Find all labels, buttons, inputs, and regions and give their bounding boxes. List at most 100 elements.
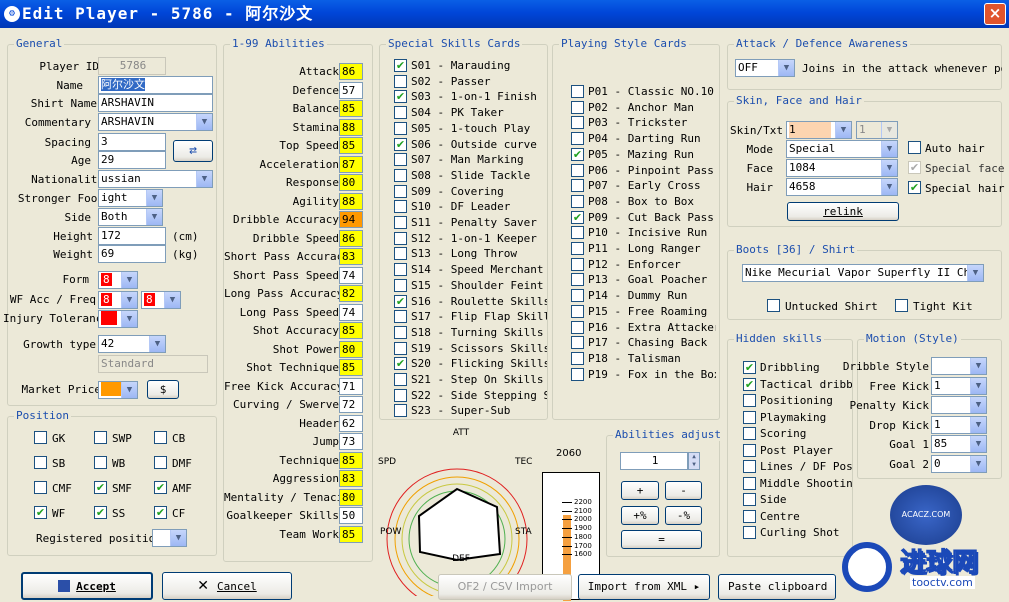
skin-select[interactable]: 1 ▼ <box>786 121 852 139</box>
hidden-skill-checkbox[interactable] <box>743 427 756 440</box>
playing-style-checkbox[interactable] <box>571 194 584 208</box>
market-price-button[interactable]: $ <box>147 380 179 399</box>
special-skill-checkbox[interactable] <box>394 373 407 386</box>
cancel-button[interactable]: ✕ Cancel <box>162 572 292 600</box>
ability-value[interactable]: 85 <box>339 451 363 469</box>
hair-select[interactable]: 4658 ▼ <box>786 178 898 196</box>
special-skill-checkbox[interactable] <box>394 231 407 245</box>
special-skill-checkbox[interactable] <box>394 121 407 135</box>
registered-position-select[interactable]: ▼ <box>152 529 187 547</box>
ability-value[interactable]: 72 <box>339 396 363 413</box>
playing-style-checkbox[interactable] <box>571 179 584 193</box>
untucked-shirt-checkbox[interactable] <box>767 299 780 312</box>
adjust-spinner[interactable]: ▲ ▼ <box>688 452 700 470</box>
motion-select[interactable]: ▼ <box>931 357 987 375</box>
ability-value[interactable]: 86 <box>339 229 363 247</box>
special-skill-checkbox[interactable] <box>394 200 407 214</box>
position-checkbox-ss[interactable]: ✔ <box>94 506 107 519</box>
ability-value[interactable]: 74 <box>339 266 363 284</box>
name-field[interactable]: 阿尔沙文 <box>98 76 213 94</box>
position-checkbox-sb[interactable] <box>34 456 47 469</box>
position-checkbox-wb[interactable] <box>94 456 107 469</box>
ability-value[interactable]: 86 <box>339 63 363 80</box>
position-checkbox-wf[interactable]: ✔ <box>34 506 47 519</box>
ability-value[interactable]: 71 <box>339 377 363 395</box>
hidden-skill-checkbox[interactable] <box>743 410 756 424</box>
ability-value[interactable]: 83 <box>339 470 363 487</box>
ability-value[interactable]: 94 <box>339 211 363 228</box>
special-skill-checkbox[interactable] <box>394 278 407 292</box>
special-skill-checkbox[interactable] <box>394 404 407 418</box>
playing-style-checkbox[interactable] <box>571 289 584 303</box>
side-select[interactable]: Both ▼ <box>98 208 163 226</box>
playing-style-checkbox[interactable] <box>571 320 584 334</box>
ability-value[interactable]: 80 <box>339 340 363 358</box>
special-skill-checkbox[interactable] <box>394 74 407 88</box>
special-skill-checkbox[interactable] <box>394 388 407 402</box>
relink-button[interactable]: relink <box>787 202 899 221</box>
special-skill-checkbox[interactable] <box>394 216 407 229</box>
playing-style-checkbox[interactable] <box>571 132 584 146</box>
special-skill-checkbox[interactable] <box>394 247 407 261</box>
nationality-select[interactable]: ussian ▼ <box>98 170 213 188</box>
import-xml-button[interactable]: Import from XML ▸ <box>578 574 710 600</box>
playing-style-checkbox[interactable] <box>571 304 584 318</box>
weight-field[interactable]: 69 <box>98 245 166 263</box>
position-checkbox-dmf[interactable] <box>154 456 167 469</box>
playing-style-checkbox[interactable] <box>571 351 584 365</box>
mode-select[interactable]: Special ▼ <box>786 140 898 158</box>
position-checkbox-cb[interactable] <box>154 431 167 444</box>
age-field[interactable]: 29 <box>98 151 166 169</box>
wf-acc-select[interactable]: 8 ▼ <box>98 291 138 309</box>
special-skill-checkbox[interactable]: ✔ <box>394 137 407 151</box>
adjust-value-field[interactable]: 1 <box>620 452 688 470</box>
injury-select[interactable]: ▼ <box>98 310 138 328</box>
adjust-minus-button[interactable]: - <box>665 481 702 500</box>
ability-value[interactable]: 88 <box>339 192 363 210</box>
wf-freq-select[interactable]: 8 ▼ <box>141 291 181 309</box>
playing-style-checkbox[interactable] <box>571 242 584 255</box>
hidden-skill-checkbox[interactable] <box>743 394 756 407</box>
auto-hair-checkbox[interactable] <box>908 141 921 154</box>
position-checkbox-cf[interactable]: ✔ <box>154 506 167 519</box>
hidden-skill-checkbox[interactable] <box>743 460 756 473</box>
special-skill-checkbox[interactable] <box>394 263 407 277</box>
ability-value[interactable]: 80 <box>339 488 363 506</box>
hidden-skill-checkbox[interactable] <box>743 476 756 490</box>
playing-style-checkbox[interactable]: ✔ <box>571 147 584 161</box>
tight-kit-checkbox[interactable] <box>895 299 908 312</box>
special-hair-checkbox[interactable]: ✔ <box>908 181 921 194</box>
playing-style-checkbox[interactable] <box>571 226 584 240</box>
hidden-skill-checkbox[interactable] <box>743 493 756 506</box>
ability-value[interactable]: 88 <box>339 118 363 136</box>
ability-value[interactable]: 74 <box>339 303 363 321</box>
ability-value[interactable]: 80 <box>339 174 363 191</box>
position-checkbox-gk[interactable] <box>34 431 47 444</box>
playing-style-checkbox[interactable] <box>571 367 584 381</box>
face-select[interactable]: 1084 ▼ <box>786 159 898 177</box>
spacing-field[interactable]: 3 <box>98 133 166 151</box>
adjust-plus-pct-button[interactable]: +% <box>621 506 659 525</box>
position-checkbox-cmf[interactable] <box>34 481 47 494</box>
playing-style-checkbox[interactable] <box>571 273 584 287</box>
special-skill-checkbox[interactable]: ✔ <box>394 90 407 104</box>
playing-style-checkbox[interactable] <box>571 100 584 114</box>
special-skill-checkbox[interactable]: ✔ <box>394 59 407 72</box>
swap-button[interactable]: ⇄ <box>173 140 213 162</box>
hidden-skill-checkbox[interactable]: ✔ <box>743 377 756 391</box>
market-price-select[interactable]: ▼ <box>98 381 138 399</box>
playing-style-checkbox[interactable] <box>571 257 584 271</box>
position-checkbox-amf[interactable]: ✔ <box>154 481 167 494</box>
close-button[interactable]: × <box>984 3 1006 25</box>
ability-value[interactable]: 87 <box>339 155 363 173</box>
hidden-skill-checkbox[interactable] <box>743 526 756 539</box>
special-skill-checkbox[interactable] <box>394 184 407 198</box>
ability-value[interactable]: 85 <box>339 525 363 543</box>
ability-value[interactable]: 82 <box>339 285 363 302</box>
special-skill-checkbox[interactable]: ✔ <box>394 357 407 371</box>
motion-select[interactable]: 1 ▼ <box>931 376 987 395</box>
motion-select[interactable]: 1 ▼ <box>931 415 987 434</box>
position-checkbox-swp[interactable] <box>94 431 107 444</box>
motion-select[interactable]: ▼ <box>931 396 987 414</box>
motion-select[interactable]: 0 ▼ <box>931 454 987 473</box>
